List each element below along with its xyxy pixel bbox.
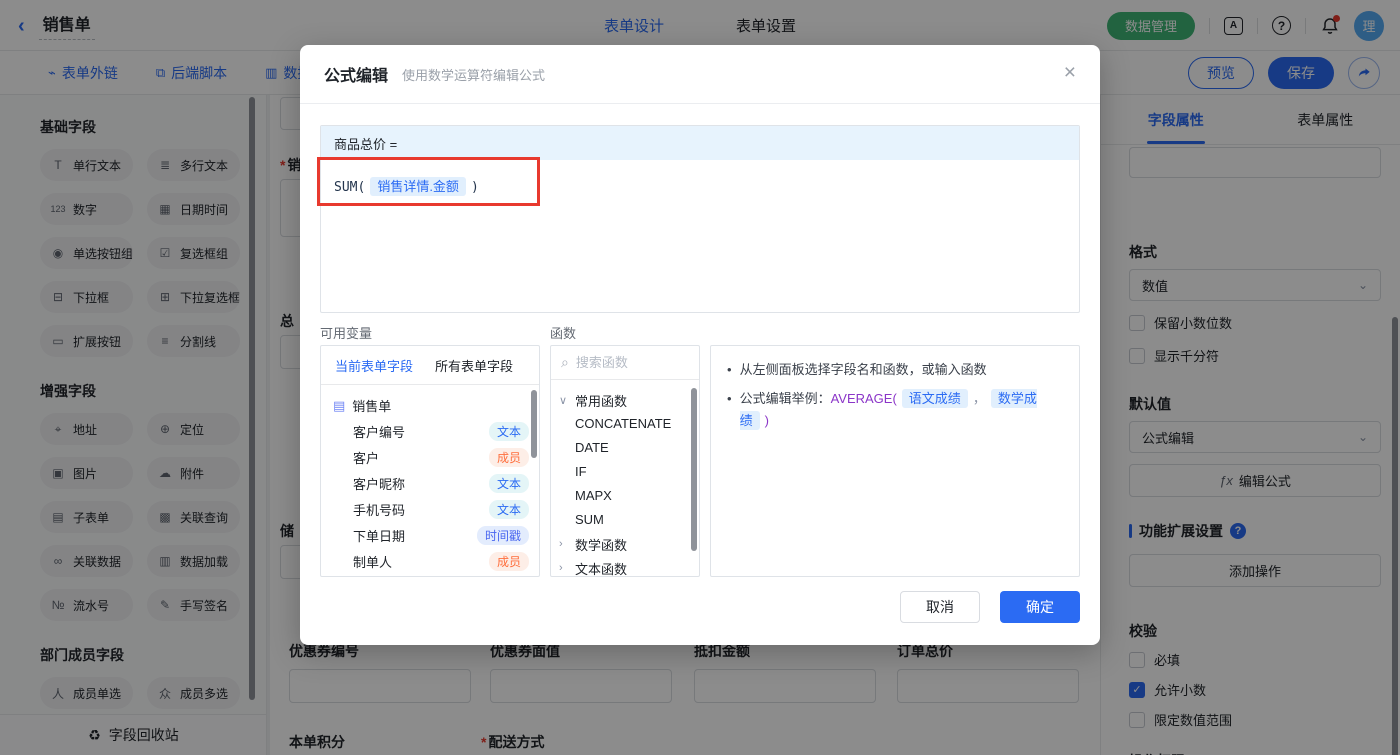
chevron-right-icon: › xyxy=(559,562,563,574)
variable-row[interactable]: 客户 成员 xyxy=(333,444,529,470)
formula-function-name: SUM( xyxy=(334,180,366,195)
type-badge: 文本 xyxy=(488,421,529,441)
example-field-token: 语文成绩 xyxy=(901,389,968,408)
formula-target-bar: 商品总价 = xyxy=(321,126,1079,160)
type-badge: 文本 xyxy=(488,499,529,519)
variables-scrollbar[interactable] xyxy=(531,390,537,458)
function-item-concatenate[interactable]: CONCATENATE xyxy=(559,412,691,436)
type-badge: 成员 xyxy=(488,551,529,571)
close-icon[interactable]: × xyxy=(1064,62,1076,83)
cancel-button[interactable]: 取消 xyxy=(900,591,980,623)
functions-panel: ⌕ ∨常用函数 CONCATENATE DATE IF MAPX SUM ›数学… xyxy=(550,345,700,577)
help-line-2: • 公式编辑举例：AVERAGE(语文成绩，数学成绩) xyxy=(727,389,1037,430)
modal-subtitle: 使用数学运算符编辑公式 xyxy=(402,67,546,83)
type-badge: 文本 xyxy=(488,473,529,493)
tab-all-form-fields[interactable]: 所有表单字段 xyxy=(435,356,513,375)
app-root: ‹ 销售单 表单设计 表单设置 数据管理 A ? 理 ⌁ 表单外链 ⧉ 后端脚本… xyxy=(0,0,1400,755)
help-line-1: • 从左侧面板选择字段名和函数，或输入函数 xyxy=(727,362,987,377)
chevron-right-icon: › xyxy=(559,538,563,550)
function-group-math[interactable]: › 数学函数 xyxy=(559,532,691,556)
example-function-name: AVERAGE( xyxy=(830,391,897,406)
variable-row[interactable]: 下单日期 时间戳 xyxy=(333,522,529,548)
functions-section-label: 函数 xyxy=(550,326,577,341)
function-item-date[interactable]: DATE xyxy=(559,436,691,460)
function-item-if[interactable]: IF xyxy=(559,460,691,484)
type-badge: 时间戳 xyxy=(476,525,529,545)
variables-panel: 当前表单字段 所有表单字段 ▤ 销售单 客户编号 文本 客户 成员 客户昵称 文本 手机… xyxy=(320,345,540,577)
function-group-text[interactable]: › 文本函数 xyxy=(559,556,691,577)
functions-scrollbar[interactable] xyxy=(691,388,697,551)
search-icon: ⌕ xyxy=(561,354,569,370)
function-search[interactable]: ⌕ xyxy=(551,346,699,380)
function-item-mapx[interactable]: MAPX xyxy=(559,484,691,508)
help-panel: • 从左侧面板选择字段名和函数，或输入函数 • 公式编辑举例：AVERAGE(语… xyxy=(710,345,1080,577)
variable-row[interactable]: 手机号码 文本 xyxy=(333,496,529,522)
tab-current-form-fields[interactable]: 当前表单字段 xyxy=(335,356,413,375)
formula-edit-modal: 公式编辑 使用数学运算符编辑公式 × 商品总价 = SUM(销售详情.金额) 可… xyxy=(300,45,1100,645)
confirm-button[interactable]: 确定 xyxy=(1000,591,1080,623)
variables-section-label: 可用变量 xyxy=(320,326,373,341)
variable-row[interactable]: 客户编号 文本 xyxy=(333,418,529,444)
function-search-input[interactable] xyxy=(575,355,676,370)
form-doc-icon: ▤ xyxy=(333,397,346,413)
function-group-common[interactable]: ∨ 常用函数 xyxy=(559,388,691,412)
variable-row[interactable]: 客户昵称 文本 xyxy=(333,470,529,496)
variable-row[interactable]: 制单人 成员 xyxy=(333,548,529,574)
type-badge: 成员 xyxy=(488,447,529,467)
modal-title: 公式编辑 xyxy=(324,68,389,85)
field-token[interactable]: 销售详情.金额 xyxy=(370,177,466,196)
chevron-down-icon: ∨ xyxy=(559,394,568,407)
formula-expression[interactable]: SUM(销售详情.金额) xyxy=(321,160,1079,211)
variables-tree-root[interactable]: ▤ 销售单 xyxy=(333,393,529,418)
formula-editor[interactable]: 商品总价 = SUM(销售详情.金额) xyxy=(320,125,1080,313)
function-item-sum[interactable]: SUM xyxy=(559,508,691,532)
